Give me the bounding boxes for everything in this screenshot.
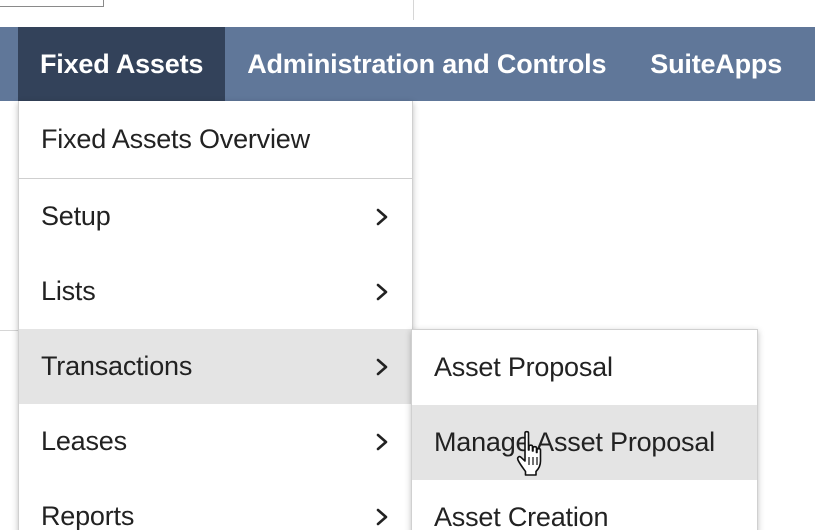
menu-item-lists[interactable]: Lists xyxy=(19,254,412,329)
background-divider xyxy=(0,330,18,331)
menu-item-label: Asset Proposal xyxy=(434,352,613,382)
menu-item-leases[interactable]: Leases xyxy=(19,404,412,479)
nav-tab-fixed-assets[interactable]: Fixed Assets xyxy=(18,27,226,101)
chevron-right-icon xyxy=(376,358,388,375)
nav-tab-suiteapps[interactable]: SuiteApps xyxy=(628,27,804,101)
submenu-item-asset-creation[interactable]: Asset Creation xyxy=(412,480,757,530)
transactions-submenu: Asset Proposal Manage Asset Proposal Ass… xyxy=(411,329,758,530)
menu-item-transactions[interactable]: Transactions xyxy=(19,329,412,404)
menu-item-label: Asset Creation xyxy=(434,502,609,530)
menu-item-label: Manage Asset Proposal xyxy=(434,427,715,457)
fixed-assets-dropdown-menu: Fixed Assets Overview Setup Lists Transa… xyxy=(18,101,413,530)
menu-item-reports[interactable]: Reports xyxy=(19,479,412,530)
submenu-item-manage-asset-proposal[interactable]: Manage Asset Proposal xyxy=(412,405,757,480)
top-navigation-bar: Fixed Assets Administration and Controls… xyxy=(0,27,815,101)
menu-item-label: Reports xyxy=(41,501,135,530)
chevron-right-icon xyxy=(376,283,388,300)
chevron-right-icon xyxy=(376,208,388,225)
menu-item-label: Lists xyxy=(41,276,96,306)
nav-tab-administration-and-controls[interactable]: Administration and Controls xyxy=(225,27,628,101)
menu-item-label: Transactions xyxy=(41,351,193,381)
menu-item-label: Fixed Assets Overview xyxy=(41,124,310,154)
netsuite-screen: Fixed Assets Administration and Controls… xyxy=(0,0,815,530)
chevron-right-icon xyxy=(376,508,388,525)
submenu-item-asset-proposal[interactable]: Asset Proposal xyxy=(412,330,757,405)
background-divider xyxy=(413,0,414,20)
background-input-box xyxy=(0,0,104,7)
menu-item-setup[interactable]: Setup xyxy=(19,179,412,254)
menu-item-fixed-assets-overview[interactable]: Fixed Assets Overview xyxy=(19,101,412,179)
menu-item-label: Setup xyxy=(41,201,111,231)
menu-item-label: Leases xyxy=(41,426,127,456)
chevron-right-icon xyxy=(376,433,388,450)
